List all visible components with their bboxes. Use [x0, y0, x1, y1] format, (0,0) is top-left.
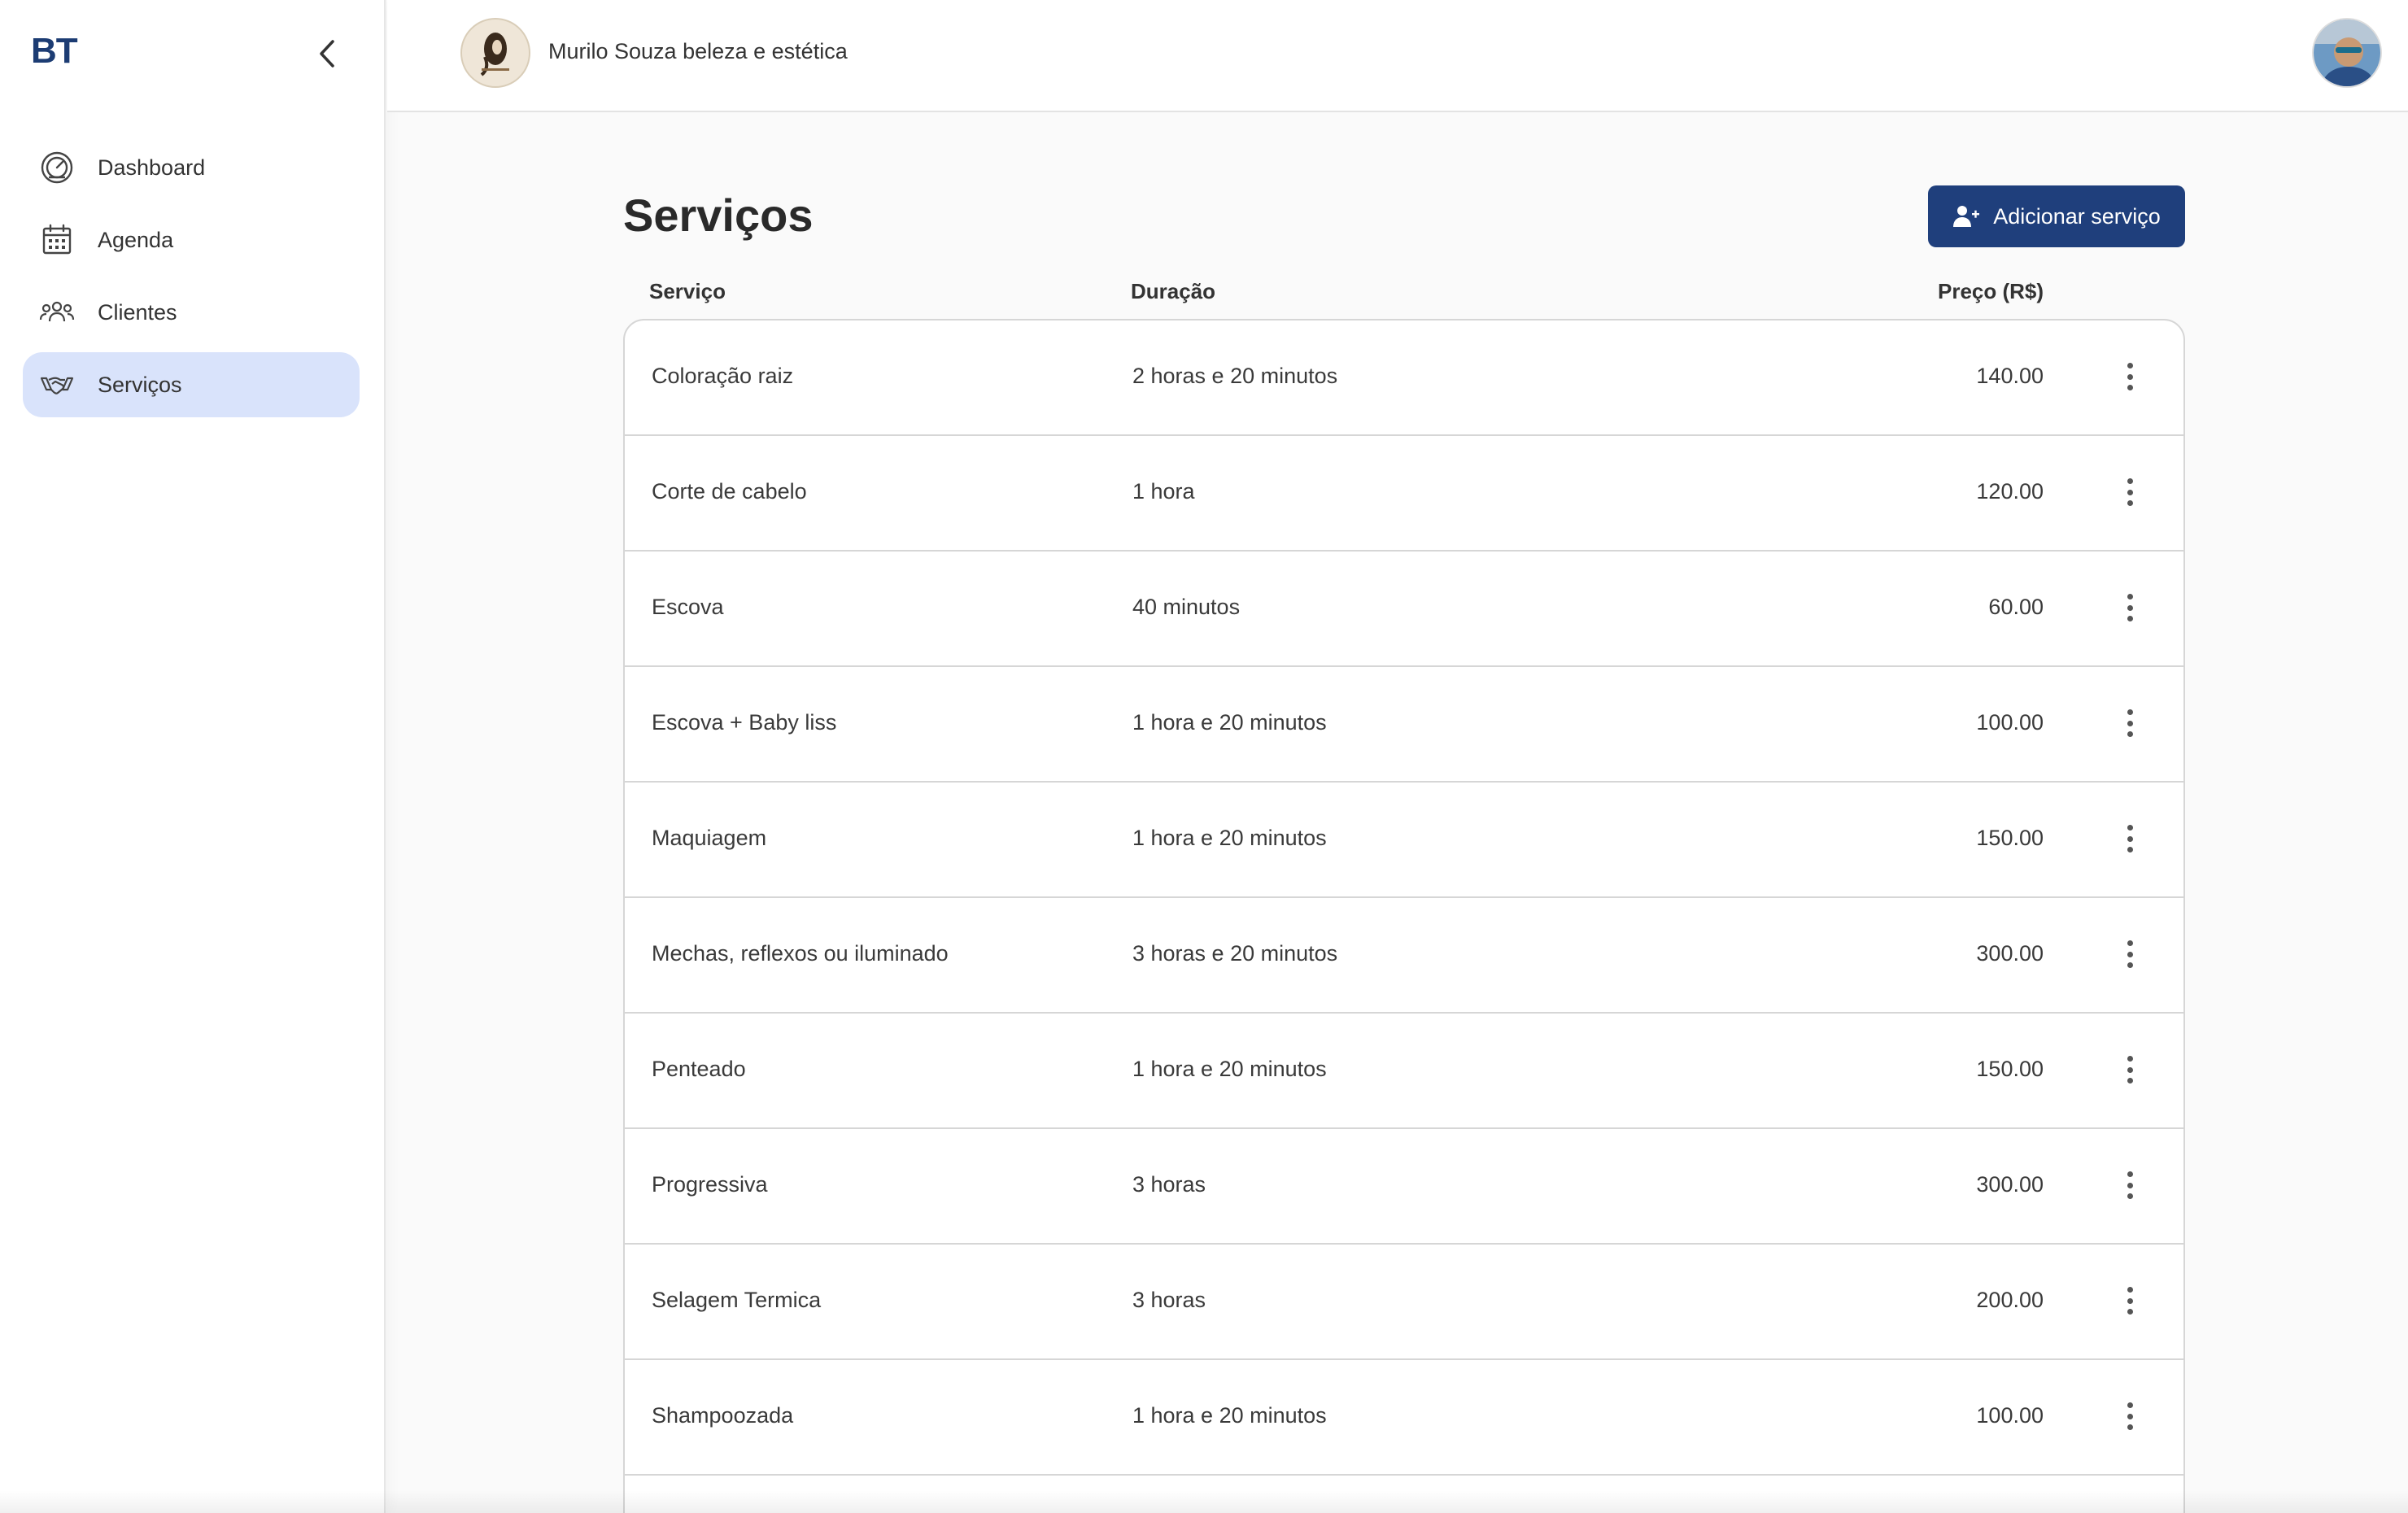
service-price: 150.00 [1976, 1057, 2044, 1081]
add-user-icon [1953, 206, 1980, 227]
service-name: Escova [652, 595, 724, 619]
table-row[interactable]: Shampoozada 1 hora e 20 minutos 100.00 [625, 1360, 2183, 1476]
sidebar-nav: Dashboard Agenda Clientes Serviços [23, 135, 360, 425]
app-logo[interactable]: BT [31, 31, 78, 72]
service-duration: 3 horas e 20 minutos [1132, 941, 1338, 966]
table-row[interactable]: Maquiagem 1 hora e 20 minutos 150.00 [625, 783, 2183, 898]
more-options-button[interactable] [2115, 935, 2144, 973]
service-price: 200.00 [1976, 1288, 2044, 1312]
service-name: Shampoozada [652, 1403, 794, 1428]
more-options-button[interactable] [2115, 1397, 2144, 1435]
sidebar-item-agenda[interactable]: Agenda [23, 207, 360, 273]
sidebar-item-label: Serviços [98, 372, 182, 397]
more-options-button[interactable] [2115, 358, 2144, 395]
more-vertical-icon [2127, 594, 2133, 600]
service-price: 120.00 [1976, 479, 2044, 504]
service-duration: 1 hora e 20 minutos [1132, 1403, 1327, 1428]
table-row[interactable]: Escova + Baby liss 1 hora e 20 minutos 1… [625, 667, 2183, 783]
top-header: Murilo Souza beleza e estética [387, 0, 2408, 112]
users-icon [37, 293, 76, 332]
table-row[interactable]: Mechas, reflexos ou iluminado 3 horas e … [625, 898, 2183, 1014]
service-name: Coloração raiz [652, 364, 794, 388]
service-name: Escova + Baby liss [652, 710, 837, 735]
service-name: Maquiagem [652, 826, 767, 850]
more-options-button[interactable] [2115, 473, 2144, 511]
service-duration: 1 hora e 20 minutos [1132, 826, 1327, 850]
more-options-button[interactable] [2115, 704, 2144, 742]
service-price: 100.00 [1976, 710, 2044, 735]
service-price: 150.00 [1976, 826, 2044, 850]
service-name: Progressiva [652, 1172, 768, 1197]
table-row[interactable]: Selagem Termica 3 horas 200.00 [625, 1245, 2183, 1360]
service-duration: 3 horas [1132, 1288, 1206, 1312]
more-vertical-icon [2127, 825, 2133, 831]
add-service-label: Adicionar serviço [1993, 203, 2161, 229]
service-price: 300.00 [1976, 1172, 2044, 1197]
app: BT Dashboard Agenda Clientes Serviços Mu… [0, 0, 2408, 1513]
calendar-icon [37, 220, 76, 259]
hair-salon-logo-icon[interactable] [460, 18, 530, 88]
more-options-button[interactable] [2115, 589, 2144, 626]
table-row[interactable]: Progressiva 3 horas 300.00 [625, 1129, 2183, 1245]
column-header-service[interactable]: Serviço [649, 279, 726, 304]
handshake-icon [37, 365, 76, 404]
table-row[interactable]: Penteado 1 hora e 20 minutos 150.00 [625, 1014, 2183, 1129]
service-name: Selagem Termica [652, 1288, 822, 1312]
service-price: 100.00 [1976, 1403, 2044, 1428]
sidebar-item-dashboard[interactable]: Dashboard [23, 135, 360, 200]
more-options-button[interactable] [2115, 1166, 2144, 1204]
service-duration: 40 minutos [1132, 595, 1241, 619]
sidebar-item-servicos[interactable]: Serviços [23, 352, 360, 417]
table-row[interactable]: Corte de cabelo 1 hora 120.00 [625, 436, 2183, 552]
service-duration: 1 hora e 20 minutos [1132, 1057, 1327, 1081]
more-vertical-icon [2127, 940, 2133, 946]
column-header-duration[interactable]: Duração [1131, 279, 1215, 304]
service-price: 60.00 [1988, 595, 2044, 619]
more-vertical-icon [2127, 1056, 2133, 1062]
sidebar-item-clientes[interactable]: Clientes [23, 280, 360, 345]
service-duration: 2 horas e 20 minutos [1132, 364, 1338, 388]
more-vertical-icon [2127, 1287, 2133, 1293]
more-vertical-icon [2127, 1171, 2133, 1177]
more-vertical-icon [2127, 478, 2133, 484]
page-title: Serviços [623, 190, 814, 241]
add-service-button[interactable]: Adicionar serviço [1928, 185, 2185, 247]
sidebar: BT Dashboard Agenda Clientes Serviços [0, 0, 386, 1513]
sidebar-item-label: Dashboard [98, 155, 206, 180]
more-vertical-icon [2127, 1402, 2133, 1408]
dashboard-gauge-icon [37, 148, 76, 187]
more-vertical-icon [2127, 709, 2133, 715]
column-header-price[interactable]: Preço (R$) [1938, 279, 2044, 304]
service-price: 300.00 [1976, 941, 2044, 966]
service-price: 140.00 [1976, 364, 2044, 388]
service-duration: 1 hora [1132, 479, 1195, 504]
table-row[interactable]: Coloração raiz 2 horas e 20 minutos 140.… [625, 320, 2183, 436]
services-table: Coloração raiz 2 horas e 20 minutos 140.… [623, 319, 2185, 1513]
more-options-button[interactable] [2115, 1282, 2144, 1319]
collapse-sidebar-button[interactable] [306, 33, 348, 75]
more-vertical-icon [2127, 363, 2133, 368]
more-options-button[interactable] [2115, 1051, 2144, 1088]
more-options-button[interactable] [2115, 820, 2144, 857]
chevron-left-icon [320, 40, 334, 68]
business-name: Murilo Souza beleza e estética [548, 39, 848, 63]
service-name: Corte de cabelo [652, 479, 807, 504]
user-avatar-icon[interactable] [2312, 18, 2382, 88]
sidebar-item-label: Clientes [98, 299, 177, 325]
sidebar-item-label: Agenda [98, 227, 174, 252]
table-row[interactable]: Escova 40 minutos 60.00 [625, 552, 2183, 667]
service-duration: 3 horas [1132, 1172, 1206, 1197]
service-name: Penteado [652, 1057, 746, 1081]
bottom-fade [0, 1490, 2408, 1513]
service-name: Mechas, reflexos ou iluminado [652, 941, 949, 966]
service-duration: 1 hora e 20 minutos [1132, 710, 1327, 735]
